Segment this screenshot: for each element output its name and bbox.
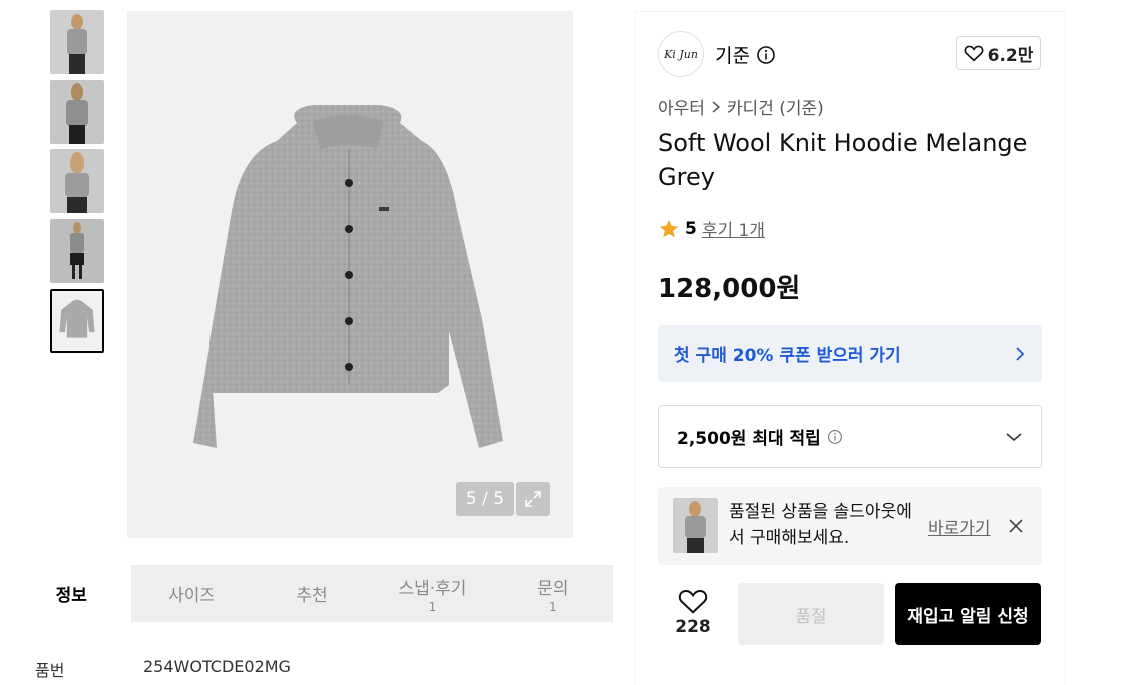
tab-label: 정보 [55, 586, 87, 606]
tab-recommend[interactable]: 추천 [252, 565, 372, 622]
info-icon[interactable] [756, 45, 776, 65]
chevron-down-icon [1006, 432, 1022, 441]
brand-like-count: 6.2만 [987, 45, 1034, 66]
main-product-image[interactable] [127, 11, 573, 538]
product-title: Soft Wool Knit Hoodie Melange Grey [658, 129, 1028, 191]
detail-tabs: 정보 사이즈 추천 스냅·후기 1 문의 1 [11, 565, 613, 622]
expand-button[interactable] [516, 482, 550, 516]
tab-count: 1 [428, 599, 437, 614]
close-icon [1009, 519, 1023, 533]
review-count-link[interactable]: 후기 1개 [702, 216, 765, 241]
restock-alert-button[interactable]: 재입고 알림 신청 [895, 583, 1041, 645]
breadcrumb-item[interactable]: 카디건 (기준) [727, 94, 824, 119]
info-icon[interactable] [827, 429, 843, 445]
points-label: 2,500원 최대 적립 [677, 429, 821, 449]
tab-snap-review[interactable]: 스냅·후기 1 [372, 565, 492, 622]
model-side-photo [50, 149, 104, 213]
brand-logo-text: Ki Jun [664, 47, 698, 61]
tab-size[interactable]: 사이즈 [131, 565, 251, 622]
points-dropdown[interactable]: 2,500원 최대 적립 [658, 405, 1042, 468]
thumbnail-3[interactable] [50, 149, 104, 213]
tab-inquiry[interactable]: 문의 1 [493, 565, 613, 622]
rating-summary: 5 후기 1개 [658, 216, 765, 241]
soldout-button: 품절 [738, 583, 884, 645]
wishlist-count: 228 [675, 617, 711, 637]
wishlist-button[interactable]: 228 [668, 587, 718, 637]
chevron-right-icon [1016, 346, 1025, 361]
heart-icon [964, 45, 984, 62]
rating-score: 5 [685, 218, 697, 239]
close-button[interactable] [1006, 516, 1026, 536]
thumbnail-5[interactable] [50, 289, 104, 353]
tab-count: 1 [549, 599, 557, 614]
model-full-photo [50, 219, 104, 283]
brand-name: 기준 [715, 45, 750, 67]
chevron-right-icon [712, 100, 721, 113]
tab-label: 추천 [296, 586, 328, 606]
brand-logo[interactable]: Ki Jun [658, 31, 704, 77]
brand-like-button[interactable]: 6.2만 [956, 36, 1041, 70]
model-back-photo [50, 80, 104, 144]
tab-info[interactable]: 정보 [11, 565, 132, 622]
thumbnail-2[interactable] [50, 80, 104, 144]
breadcrumb: 아우터 카디건 (기준) [658, 94, 824, 119]
product-code-value: 254WOTCDE02MG [143, 657, 291, 676]
first-purchase-coupon-banner[interactable]: 첫 구매 20% 쿠폰 받으러 가기 [658, 325, 1042, 382]
thumbnail-1[interactable] [50, 10, 104, 74]
image-counter: 5 / 5 [456, 482, 514, 516]
soldout-notice-text: 품절된 상품을 솔드아웃에서 구매해보세요. [729, 502, 912, 548]
product-code-row: 품번 254WOTCDE02MG [35, 657, 291, 681]
coupon-label: 첫 구매 20% 쿠폰 받으러 가기 [674, 346, 901, 366]
soldout-product-thumbnail [673, 498, 718, 553]
model-front-photo [50, 10, 104, 74]
model-thumbnail-photo [673, 498, 718, 553]
heart-icon [678, 589, 708, 614]
tab-label: 문의 [537, 578, 569, 599]
tab-label: 사이즈 [168, 586, 216, 606]
expand-icon [525, 491, 541, 507]
thumbnail-4[interactable] [50, 219, 104, 283]
tab-label: 스냅·후기 [398, 578, 467, 599]
soldout-go-link[interactable]: 바로가기 [928, 514, 991, 539]
hoodie-cardigan-image [193, 105, 503, 448]
star-icon [659, 219, 679, 237]
brand-link[interactable]: 기준 [715, 41, 776, 68]
product-code-label: 품번 [35, 661, 65, 680]
product-flat-photo [52, 291, 102, 351]
product-price: 128,000원 [658, 274, 801, 304]
breadcrumb-item[interactable]: 아우터 [658, 94, 705, 119]
